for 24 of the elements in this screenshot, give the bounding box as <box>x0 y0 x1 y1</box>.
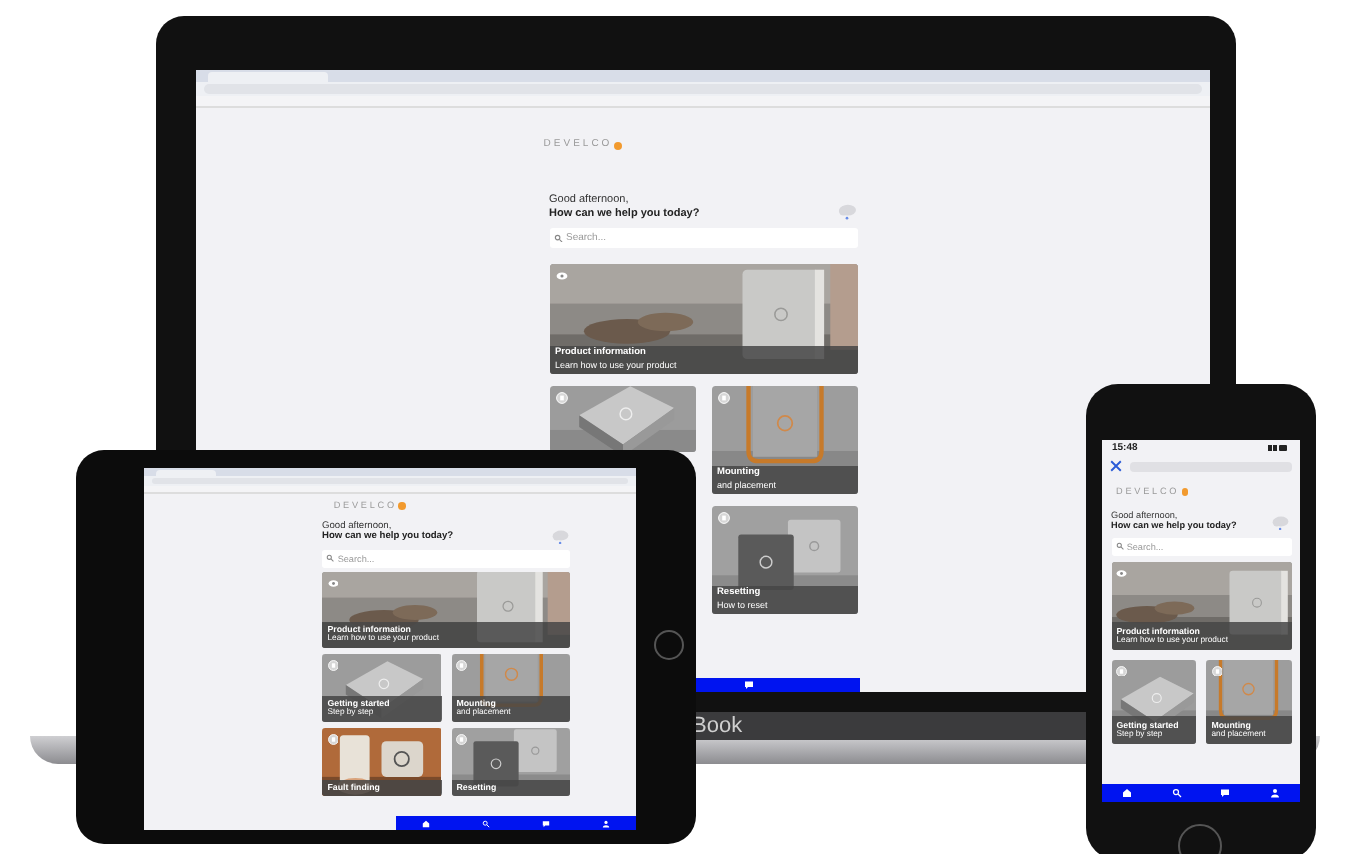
home-button[interactable] <box>654 630 684 660</box>
document-icon[interactable] <box>456 660 468 672</box>
close-icon[interactable] <box>1110 460 1122 472</box>
document-icon[interactable] <box>456 734 468 746</box>
chat-icon[interactable] <box>743 680 754 690</box>
person-icon[interactable] <box>602 819 610 827</box>
home-icon[interactable] <box>422 819 430 827</box>
document-icon[interactable] <box>717 512 729 525</box>
home-icon[interactable] <box>1121 788 1132 798</box>
person-icon[interactable] <box>1270 788 1281 798</box>
logo-dot-icon <box>398 502 407 511</box>
eye-icon[interactable] <box>327 578 339 590</box>
document-icon[interactable] <box>327 734 339 746</box>
eye-icon[interactable] <box>555 270 567 283</box>
eye-icon[interactable] <box>1116 567 1128 579</box>
document-icon[interactable] <box>1211 665 1223 677</box>
logo-dot-icon <box>1181 488 1189 497</box>
logo-dot-icon <box>614 141 623 149</box>
document-icon[interactable] <box>555 392 567 405</box>
document-icon[interactable] <box>717 392 729 405</box>
chat-icon[interactable] <box>542 819 550 827</box>
document-icon[interactable] <box>327 660 339 672</box>
chat-icon[interactable] <box>1220 788 1231 798</box>
document-icon[interactable] <box>1116 665 1128 677</box>
